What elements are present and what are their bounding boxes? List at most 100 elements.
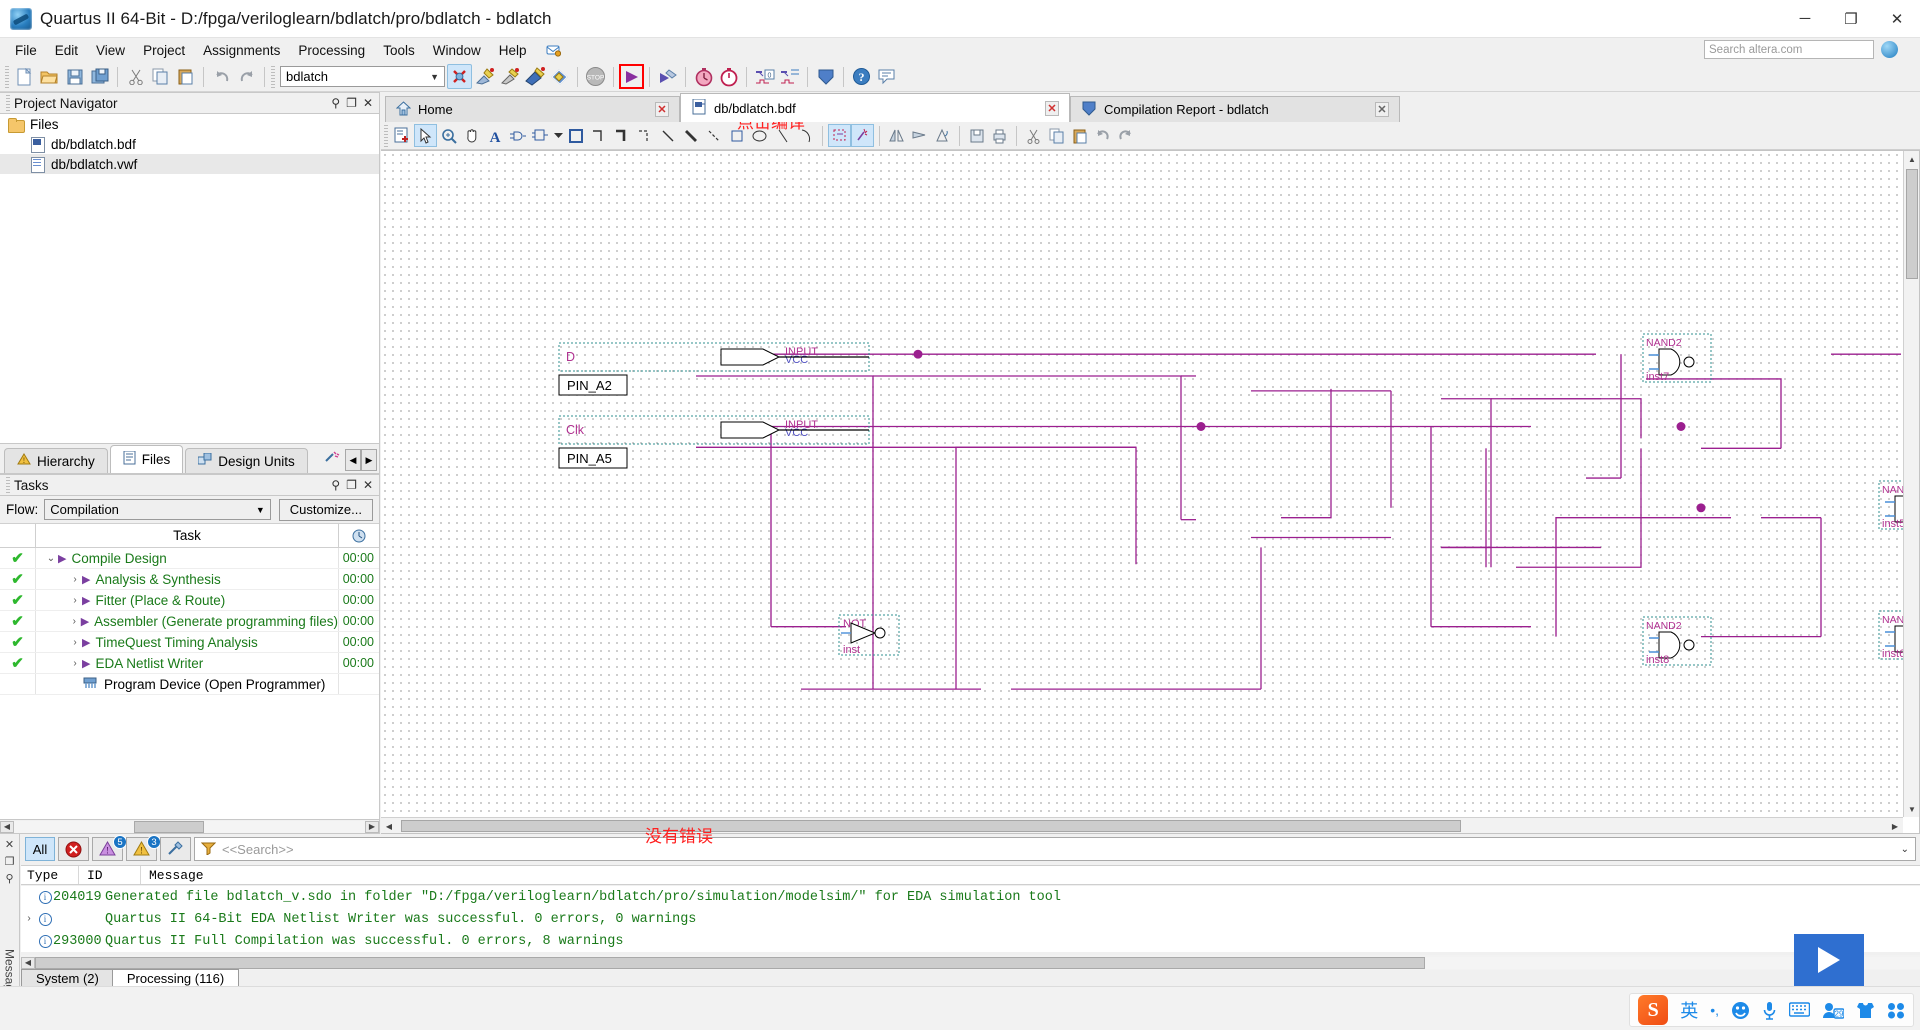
rubberband-icon[interactable]: [564, 124, 587, 147]
redo-schematic-icon[interactable]: [1114, 124, 1137, 147]
doc-tab-bdlatch-bdf[interactable]: db/bdlatch.bdf ✕: [680, 93, 1070, 122]
tab-hierarchy[interactable]: ! Hierarchy: [4, 448, 108, 473]
task-row[interactable]: ✔ › ▶ Fitter (Place & Route) 00:00: [0, 590, 379, 611]
menu-window[interactable]: Window: [424, 40, 490, 61]
search-altera-input[interactable]: Search altera.com: [1704, 40, 1874, 59]
stop-analysis-icon[interactable]: [447, 64, 472, 89]
analysis-synthesis-icon[interactable]: [472, 64, 497, 89]
filter-warning-button[interactable]: ! 3: [126, 835, 161, 861]
messages-search-input[interactable]: <<Search>> ⌄: [194, 837, 1916, 861]
scroll-left-arrow[interactable]: ◀: [381, 818, 397, 833]
float-icon[interactable]: ❐: [346, 96, 357, 110]
filter-all-button[interactable]: All: [25, 837, 55, 861]
ip-catalog-icon[interactable]: [324, 451, 341, 469]
schematic-toolbar-grip[interactable]: [384, 124, 388, 147]
copy-schematic-icon[interactable]: [1045, 124, 1068, 147]
project-combo[interactable]: bdlatch ▼: [280, 66, 445, 87]
pan-tool-icon[interactable]: [460, 124, 483, 147]
hscroll-track[interactable]: [14, 820, 365, 833]
message-row[interactable]: i 204019 Generated file bdlatch_v.sdo in f…: [21, 886, 1920, 908]
message-balloon-icon[interactable]: [874, 64, 899, 89]
start-compilation-button[interactable]: [619, 64, 644, 89]
scroll-down-arrow[interactable]: ▼: [1904, 801, 1919, 817]
chevron-right-icon[interactable]: ›: [68, 574, 82, 585]
start-compilation-group-icon[interactable]: [522, 64, 547, 89]
menu-view[interactable]: View: [87, 40, 134, 61]
compile-report-icon[interactable]: [655, 64, 680, 89]
message-flag-icon[interactable]: [541, 40, 565, 60]
chevron-right-icon[interactable]: ›: [68, 658, 82, 669]
messages-tab-system[interactable]: System (2): [21, 969, 114, 986]
redo-icon[interactable]: [234, 64, 259, 89]
flip-horizontal-icon[interactable]: [885, 124, 908, 147]
tree-root-files[interactable]: Files: [0, 114, 379, 134]
project-navigator-tree[interactable]: Files db/bdlatch.bdf db/bdlatch.vwf: [0, 114, 380, 444]
run-task-icon[interactable]: ▶: [58, 552, 66, 565]
copy-icon[interactable]: [148, 64, 173, 89]
message-row[interactable]: › i Quartus II 64-Bit EDA Netlist Writer w…: [21, 908, 1920, 930]
messages-float-icon[interactable]: ❐: [5, 855, 15, 868]
keyboard-icon[interactable]: [1789, 1002, 1810, 1018]
popup-app-thumbnail[interactable]: [1794, 934, 1864, 986]
menu-project[interactable]: Project: [134, 40, 194, 61]
diagonal-bus-tool-icon[interactable]: [679, 124, 702, 147]
diagonal-node-tool-icon[interactable]: [656, 124, 679, 147]
scroll-right-arrow[interactable]: ▶: [1887, 818, 1903, 833]
messages-hscroll-track[interactable]: [35, 956, 1920, 969]
mic-icon[interactable]: [1762, 1001, 1777, 1020]
tabs-scroll-left-button[interactable]: ◀: [345, 449, 361, 471]
menu-processing[interactable]: Processing: [289, 40, 374, 61]
undo-schematic-icon[interactable]: [1091, 124, 1114, 147]
partial-line-select-icon[interactable]: [851, 124, 874, 147]
skin-icon[interactable]: [1856, 1002, 1875, 1019]
close-tab-bdf-icon[interactable]: ✕: [1045, 100, 1059, 116]
flow-combo[interactable]: Compilation ▼: [44, 499, 271, 520]
assembler-icon[interactable]: [547, 64, 572, 89]
messages-close-icon[interactable]: ✕: [5, 838, 14, 851]
tasks-float-icon[interactable]: ❐: [346, 478, 357, 492]
vscroll-thumb[interactable]: [1906, 169, 1918, 279]
task-row[interactable]: ✔ › ▶ EDA Netlist Writer 00:00: [0, 653, 379, 674]
tabs-scroll-right-button[interactable]: ▶: [361, 449, 377, 471]
diagonal-conduit-tool-icon[interactable]: [702, 124, 725, 147]
cut-schematic-icon[interactable]: [1022, 124, 1045, 147]
filter-error-button[interactable]: [58, 837, 89, 861]
apps-icon[interactable]: [1887, 1002, 1905, 1019]
close-tab-report-icon[interactable]: ✕: [1375, 102, 1389, 117]
help-globe-icon[interactable]: [1881, 41, 1898, 58]
save-file-icon[interactable]: [62, 64, 87, 89]
user-29-icon[interactable]: 29: [1822, 1002, 1844, 1019]
programmer-icon[interactable]: [813, 64, 838, 89]
schematic-canvas[interactable]: D INPUT VCC PIN_A2 Clk INPUT VCC PIN_A5 …: [381, 151, 1903, 817]
task-row[interactable]: ✔ ⌄ ▶ Compile Design 00:00: [0, 548, 379, 569]
tasks-pin-icon[interactable]: ⚲: [331, 478, 340, 492]
messages-hscroll-thumb[interactable]: [35, 956, 1425, 969]
minimize-button[interactable]: ─: [1782, 0, 1828, 38]
tree-item-bdf[interactable]: db/bdlatch.bdf: [0, 134, 379, 154]
open-file-icon[interactable]: [37, 64, 62, 89]
hscroll-thumb[interactable]: [134, 820, 204, 833]
close-tab-home-icon[interactable]: ✕: [655, 102, 669, 117]
task-row[interactable]: ✔ › ▶ Assembler (Generate programming files…: [0, 611, 379, 632]
menu-help[interactable]: Help: [490, 40, 536, 61]
punctuation-icon[interactable]: •,: [1710, 1002, 1719, 1018]
timing-analyzer-icon[interactable]: [691, 64, 716, 89]
scroll-up-arrow[interactable]: ▲: [1904, 151, 1919, 167]
simulation-waveform-icon[interactable]: 0: [752, 64, 777, 89]
messages-list[interactable]: i 204019 Generated file bdlatch_v.sdo in f…: [21, 886, 1920, 952]
panel-grip[interactable]: [6, 95, 10, 111]
close-button[interactable]: ✕: [1874, 0, 1920, 38]
text-tool-icon[interactable]: A: [483, 124, 506, 147]
sogou-logo[interactable]: S: [1638, 995, 1669, 1025]
schematic-canvas-wrapper[interactable]: D INPUT VCC PIN_A2 Clk INPUT VCC PIN_A5 …: [381, 150, 1920, 834]
print-icon[interactable]: [988, 124, 1011, 147]
block-tool-icon[interactable]: [529, 124, 552, 147]
messages-scroll-left-arrow[interactable]: ◀: [21, 956, 35, 969]
symbol-tool-icon[interactable]: [506, 124, 529, 147]
paste-icon[interactable]: [173, 64, 198, 89]
pin-icon[interactable]: ⚲: [331, 96, 340, 110]
message-row[interactable]: i 293000 Quartus II Full Compilation was s…: [21, 930, 1920, 952]
run-task-icon[interactable]: ▶: [82, 573, 90, 586]
chevron-right-icon[interactable]: ›: [68, 595, 82, 606]
close-panel-icon[interactable]: ✕: [363, 96, 373, 110]
